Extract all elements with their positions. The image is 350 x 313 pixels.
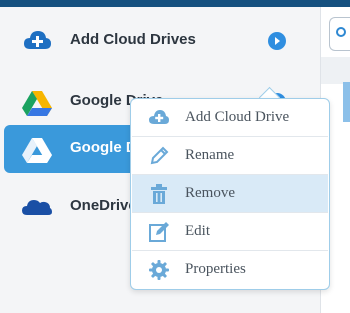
menu-item-add-cloud-drive[interactable]: Add Cloud Drive — [132, 99, 328, 137]
onedrive-icon — [22, 193, 52, 221]
menu-item-remove[interactable]: Remove — [132, 175, 328, 213]
cloud-plus-icon — [148, 107, 170, 129]
edit-icon — [148, 221, 170, 243]
trash-icon — [148, 183, 170, 205]
scrollbar-thumb[interactable] — [343, 82, 350, 122]
right-header-band — [321, 57, 350, 84]
menu-item-properties[interactable]: Properties — [132, 251, 328, 288]
expand-arrow-icon[interactable] — [268, 32, 286, 50]
context-menu: Add Cloud Drive Rename Remove Edit Prope… — [130, 98, 330, 290]
google-drive-icon — [22, 88, 52, 116]
menu-item-edit[interactable]: Edit — [132, 213, 328, 251]
menu-item-label: Remove — [185, 185, 235, 201]
cloud-plus-icon — [22, 27, 52, 55]
sidebar-item-add-cloud-drives[interactable]: Add Cloud Drives — [0, 17, 320, 65]
menu-item-label: Add Cloud Drive — [185, 109, 290, 125]
sidebar-item-label: Add Cloud Drives — [70, 31, 196, 48]
pencil-icon — [148, 145, 170, 167]
menu-item-label: Edit — [185, 223, 210, 239]
gear-icon — [148, 259, 170, 281]
menu-item-label: Properties — [185, 261, 246, 277]
menu-item-label: Rename — [185, 147, 235, 163]
right-tab[interactable] — [329, 17, 350, 51]
top-title-bar — [0, 0, 350, 7]
google-drive-white-icon — [22, 135, 52, 163]
menu-item-rename[interactable]: Rename — [132, 137, 328, 175]
sidebar-item-label: OneDrive — [70, 197, 137, 214]
tab-circle-icon — [336, 27, 346, 37]
